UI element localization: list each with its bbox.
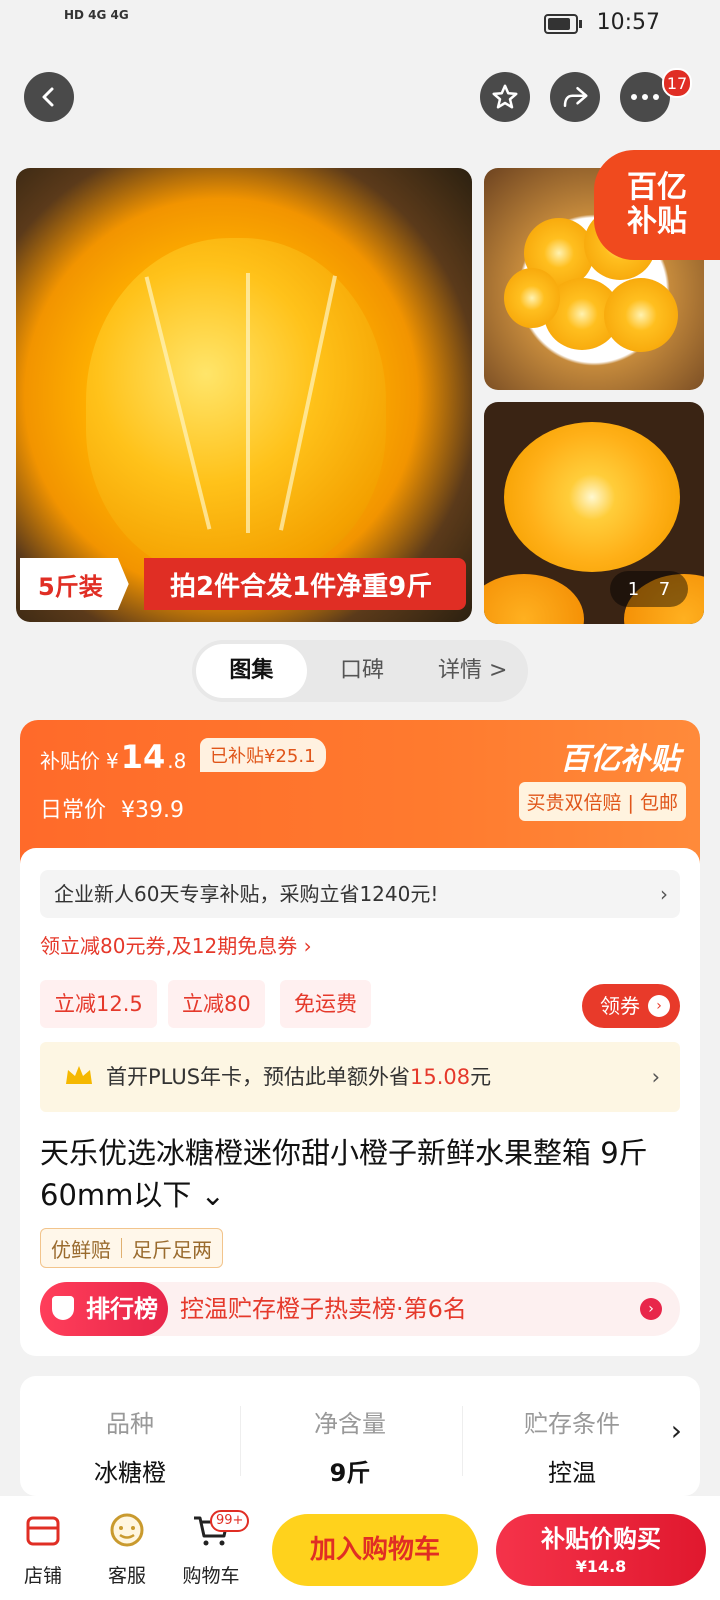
chevron-right-icon: › xyxy=(648,995,670,1017)
free-shipping-chip[interactable]: 免运费 xyxy=(280,980,371,1028)
chevron-right-icon: › xyxy=(640,1298,662,1320)
share-icon xyxy=(563,87,588,107)
ranking-label: 排行榜 xyxy=(40,1282,168,1336)
product-info-card: 企业新人60天专享补贴，采购立省1240元! › 领立减80元券,及12期免息券… xyxy=(20,848,700,1356)
coupon-link[interactable]: 领立减80元券,及12期免息券 › xyxy=(40,930,312,959)
spec-storage: 贮存条件 控温 xyxy=(472,1404,672,1488)
spec-value: 冰糖橙 xyxy=(94,1459,166,1487)
discount-chip-1[interactable]: 立减12.5 xyxy=(40,980,157,1028)
buy-price: ¥14.8 xyxy=(575,1557,627,1576)
star-icon xyxy=(492,84,518,109)
store-label: 店铺 xyxy=(23,1565,62,1587)
spec-key: 贮存条件 xyxy=(524,1410,620,1438)
daily-price-label: 日常价 xyxy=(40,798,107,823)
service-tags[interactable]: 优鲜赔 足斤足两 xyxy=(40,1228,223,1268)
ranking-text: 控温贮存橙子热卖榜·第6名 xyxy=(180,1295,467,1323)
subsidized-amount-tag: 已补贴¥25.1 xyxy=(200,738,326,772)
plus-text-b: 元 xyxy=(470,1065,492,1089)
trophy-icon xyxy=(52,1296,74,1320)
tab-details[interactable]: 详情 > xyxy=(417,644,528,698)
favorite-button[interactable] xyxy=(480,72,530,122)
tab-gallery[interactable]: 图集 xyxy=(196,644,307,698)
bottom-action-bar: 店铺 客服 购物车 99+ 加入购物车 补贴价购买 ¥14.8 xyxy=(0,1496,720,1600)
subsidy-price-dec: .8 xyxy=(167,749,187,773)
buy-label: 补贴价购买 xyxy=(541,1525,661,1553)
plus-text-a: 首开PLUS年卡，预估此单额外省 xyxy=(106,1065,411,1089)
ranking-label-text: 排行榜 xyxy=(86,1295,158,1323)
add-to-cart-button[interactable]: 加入购物车 xyxy=(272,1514,478,1586)
subsidy-brand-link[interactable]: 百亿补贴 xyxy=(560,734,680,778)
customer-service-icon xyxy=(110,1513,144,1547)
battery-icon xyxy=(544,14,582,34)
more-dots-icon xyxy=(631,94,659,100)
daily-price-value: ¥39.9 xyxy=(121,798,184,823)
chevron-right-icon[interactable]: › xyxy=(671,1414,682,1447)
back-button[interactable] xyxy=(24,72,74,122)
enterprise-promo-banner[interactable]: 企业新人60天专享补贴，采购立省1240元! › xyxy=(40,870,680,918)
chevron-right-icon: › xyxy=(660,882,668,906)
subsidy-corner-badge: 百亿 补贴 xyxy=(594,150,720,260)
price-guarantee: 买贵双倍赔 | 包邮 xyxy=(518,782,686,821)
spec-value: 控温 xyxy=(548,1459,596,1487)
corner-brand-bottom: 补贴 xyxy=(627,204,687,239)
promo-text: 企业新人60天专享补贴，采购立省1240元! xyxy=(54,882,439,906)
service-tag-1: 优鲜赔 xyxy=(51,1237,111,1262)
chevron-right-icon: › xyxy=(651,1065,660,1089)
get-coupon-button[interactable]: 领券 › xyxy=(582,984,680,1028)
spec-key: 品种 xyxy=(106,1410,154,1438)
subsidy-price: 补贴价 ¥ 14 .8 xyxy=(40,738,186,776)
daily-price: 日常价 ¥39.9 xyxy=(40,792,184,824)
store-button[interactable]: 店铺 xyxy=(8,1510,78,1588)
ranking-banner[interactable]: 排行榜 控温贮存橙子热卖榜·第6名 › xyxy=(40,1282,680,1336)
service-label: 客服 xyxy=(107,1565,146,1587)
main-product-image[interactable]: 拍2件合发1件净重9斤 5斤装 xyxy=(16,168,472,622)
tab-reviews[interactable]: 口碑 xyxy=(307,644,418,698)
spec-value: 9斤 xyxy=(329,1459,371,1487)
cart-label: 购物车 xyxy=(182,1565,240,1587)
cart-count-badge: 99+ xyxy=(210,1510,250,1532)
share-button[interactable] xyxy=(550,72,600,122)
media-tabs: 图集 口碑 详情 > xyxy=(192,640,528,702)
spec-summary[interactable]: 品种 冰糖橙 净含量 9斤 贮存条件 控温 › xyxy=(20,1376,700,1496)
pager-total: 7 xyxy=(658,578,671,600)
product-title[interactable]: 天乐优选冰糖橙迷你甜小橙子新鲜水果整箱 9斤60mm以下 ⌄ xyxy=(40,1132,680,1216)
currency-symbol: ¥ xyxy=(106,749,119,773)
orange-illustration xyxy=(86,238,386,578)
spec-key: 净含量 xyxy=(314,1410,386,1438)
message-count-badge: 17 xyxy=(662,68,692,98)
pager-current: 1 xyxy=(627,578,640,600)
service-tag-2: 足斤足两 xyxy=(132,1237,212,1262)
discount-chip-2[interactable]: 立减80 xyxy=(168,980,265,1028)
status-time: 10:57 xyxy=(596,10,660,35)
spec-variety: 品种 冰糖橙 xyxy=(30,1404,230,1488)
plus-membership-banner[interactable]: 首开PLUS年卡，预估此单额外省15.08元 › xyxy=(40,1042,680,1112)
bundle-banner: 拍2件合发1件净重9斤 xyxy=(144,558,466,610)
corner-brand-top: 百亿 xyxy=(627,170,687,205)
pack-size-banner: 5斤装 xyxy=(20,558,129,610)
store-icon xyxy=(26,1516,60,1546)
status-bar: HD 4G 4G 10:57 xyxy=(0,0,720,50)
image-pager: 1 7 xyxy=(610,571,688,607)
plus-amount: 15.08 xyxy=(410,1065,471,1089)
customer-service-button[interactable]: 客服 xyxy=(92,1510,162,1588)
subsidy-price-label: 补贴价 xyxy=(40,749,100,773)
chevron-left-icon xyxy=(42,87,54,107)
get-coupon-label: 领券 xyxy=(600,994,640,1018)
network-indicator: HD 4G 4G xyxy=(64,8,129,22)
crown-icon xyxy=(66,1066,92,1084)
spec-net-weight: 净含量 9斤 xyxy=(250,1404,450,1488)
subsidy-price-int: 14 xyxy=(120,738,166,776)
buy-now-button[interactable]: 补贴价购买 ¥14.8 xyxy=(496,1514,706,1586)
